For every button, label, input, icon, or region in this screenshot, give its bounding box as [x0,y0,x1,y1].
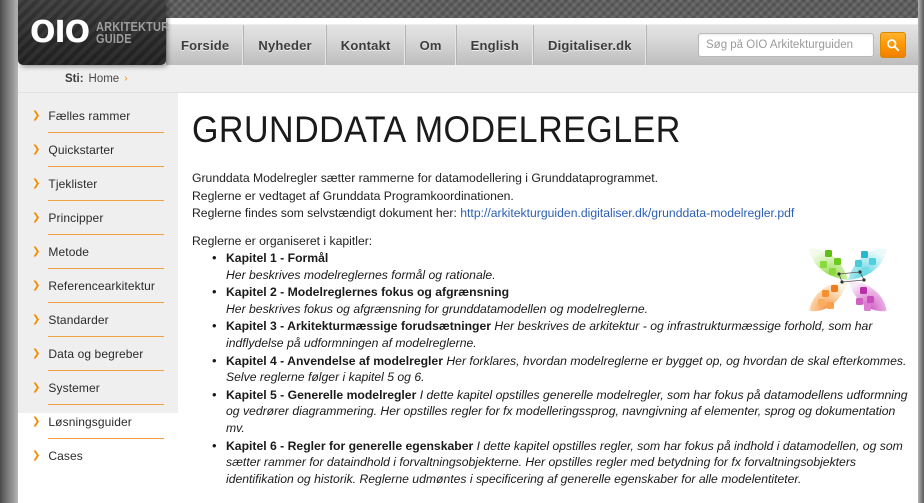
sidebar-item-cases[interactable]: ❯ Cases [30,445,164,466]
intro-line-2: Reglerne er vedtaget af Grunddata Progra… [192,188,514,203]
chevron-right-icon: ❯ [32,279,41,291]
sidebar-divider [48,132,164,133]
intro-line-4: Reglerne er organiseret i kapitler: [192,233,373,248]
modelregler-pdf-link[interactable]: http://arkitekturguiden.digitaliser.dk/g… [460,206,794,220]
sidebar-item-label: Fælles rammer [48,108,131,123]
sidebar-divider [48,438,164,439]
main-navigation: Forside Nyheder Kontakt Om English Digit… [166,24,918,65]
sidebar-item-label: Quickstarter [48,142,115,157]
list-item: Kapitel 3 - Arkitekturmæssige forudsætni… [212,318,918,351]
list-item: Kapitel 4 - Anvendelse af modelregler He… [212,353,918,386]
logo-oio-text: OIO [30,14,90,50]
sidebar-item-metode[interactable]: ❯ Metode [30,241,164,262]
sidebar-item-quickstarter[interactable]: ❯ Quickstarter [30,139,164,160]
sidebar-divider [48,234,164,235]
chapter-title: Kapitel 3 - Arkitekturmæssige forudsætni… [226,319,492,334]
sidebar-divider [48,404,164,405]
sidebar-item-systemer[interactable]: ❯ Systemer [30,377,164,398]
sidebar-item-label: Referencearkitektur [48,278,156,293]
intro-line-3: Reglerne findes som selvstændigt dokumen… [192,205,918,223]
sidebar-item-standarder[interactable]: ❯ Standarder [30,309,164,330]
chapter-list: Kapitel 1 - Formål Her beskrives modelre… [192,250,918,487]
chapter-title: Kapitel 6 - Regler for generelle egenska… [226,438,474,453]
chapter-title: Kapitel 5 - Generelle modelregler [226,387,417,402]
nav-item-nyheder[interactable]: Nyheder [244,25,327,65]
chapter-title: Kapitel 1 - Formål [226,251,329,265]
search-input[interactable] [698,33,874,57]
list-item: Kapitel 1 - Formål Her beskrives modelre… [212,250,918,283]
list-item: Kapitel 6 - Regler for generelle egenska… [212,438,918,488]
intro-line-3-prefix: Reglerne findes som selvstændigt dokumen… [192,206,461,220]
sidebar-divider [48,200,164,201]
sidebar-item-label: Cases [48,448,83,463]
sidebar-divider [48,370,164,371]
sidebar-divider [48,166,164,167]
sidebar-navigation: ❯ Fælles rammer ❯ Quickstarter ❯ Tjeklis… [18,93,178,463]
nav-item-om[interactable]: Om [406,25,457,65]
chevron-right-icon: ❯ [32,381,41,393]
chevron-right-icon: ❯ [32,449,41,461]
logo-subtitle: ARKITEKTUR GUIDE [96,20,169,46]
list-item: Kapitel 2 - Modelreglernes fokus og afgr… [212,284,918,317]
chevron-right-icon: ❯ [32,347,41,359]
sidebar-item-label: Metode [48,244,90,259]
chevron-right-icon: ❯ [32,143,41,155]
chevron-right-icon: ❯ [32,109,41,121]
site-logo[interactable]: OIO ARKITEKTUR GUIDE [18,0,169,65]
search-button[interactable] [880,32,906,58]
sidebar-item-label: Tjeklister [48,176,98,191]
sidebar-item-tjeklister[interactable]: ❯ Tjeklister [30,173,164,194]
main-content: GRUNDDATA MODELREGLER Grunddata Modelreg… [178,93,918,503]
sidebar-item-label: Løsningsguider [48,414,132,429]
chevron-right-icon: ❯ [32,313,41,325]
nav-item-kontakt[interactable]: Kontakt [327,25,406,65]
intro-line-1: Grunddata Modelregler sætter rammerne fo… [192,171,659,185]
right-edge-rail [918,0,924,503]
chevron-right-icon: ❯ [32,177,41,189]
chevron-right-icon: ❯ [32,415,41,427]
sidebar-item-faelles-rammer[interactable]: ❯ Fælles rammer [30,105,164,126]
sidebar-item-label: Principper [48,210,104,225]
sidebar-item-label: Standarder [48,312,109,327]
sidebar-item-data-og-begreber[interactable]: ❯ Data og begreber [30,343,164,364]
breadcrumb-separator-icon: › [124,73,128,84]
page-title: GRUNDDATA MODELREGLER [192,109,681,150]
chapter-title: Kapitel 2 - Modelreglernes fokus og afgr… [226,285,510,300]
intro-spacer [192,223,918,233]
nav-item-english[interactable]: English [457,25,535,65]
sidebar-divider [48,302,164,303]
breadcrumb: Sti: Home › [18,65,918,93]
nav-item-forside[interactable]: Forside [166,25,245,65]
sidebar-item-loesningsguider[interactable]: ❯ Løsningsguider [30,411,164,432]
sidebar-divider [48,268,164,269]
chevron-right-icon: ❯ [32,245,41,257]
sidebar-item-label: Data og begreber [48,346,144,361]
logo-subtitle-line2: GUIDE [96,31,132,46]
sidebar-item-referencearkitektur[interactable]: ❯ Referencearkitektur [30,275,164,296]
sidebar-item-principper[interactable]: ❯ Principper [30,207,164,228]
chapter-title: Kapitel 4 - Anvendelse af modelregler [226,353,443,368]
left-edge-rail [0,0,18,503]
nav-item-digitaliser[interactable]: Digitaliser.dk [534,25,647,65]
breadcrumb-label: Sti: [65,72,84,85]
chapter-description: Her beskrives modelreglernes formål og r… [226,267,496,282]
page-root: OIO ARKITEKTUR GUIDE Forside Nyheder Kon… [0,0,924,503]
chevron-right-icon: ❯ [32,211,41,223]
sidebar-item-label: Systemer [48,380,100,395]
breadcrumb-item-home[interactable]: Home [89,73,120,85]
list-item: Kapitel 5 - Generelle modelregler I dett… [212,387,918,437]
chapter-description: Her beskrives fokus og afgrænsning for g… [226,301,649,316]
search-area [698,25,918,65]
search-icon [887,39,900,52]
sidebar-divider [48,336,164,337]
